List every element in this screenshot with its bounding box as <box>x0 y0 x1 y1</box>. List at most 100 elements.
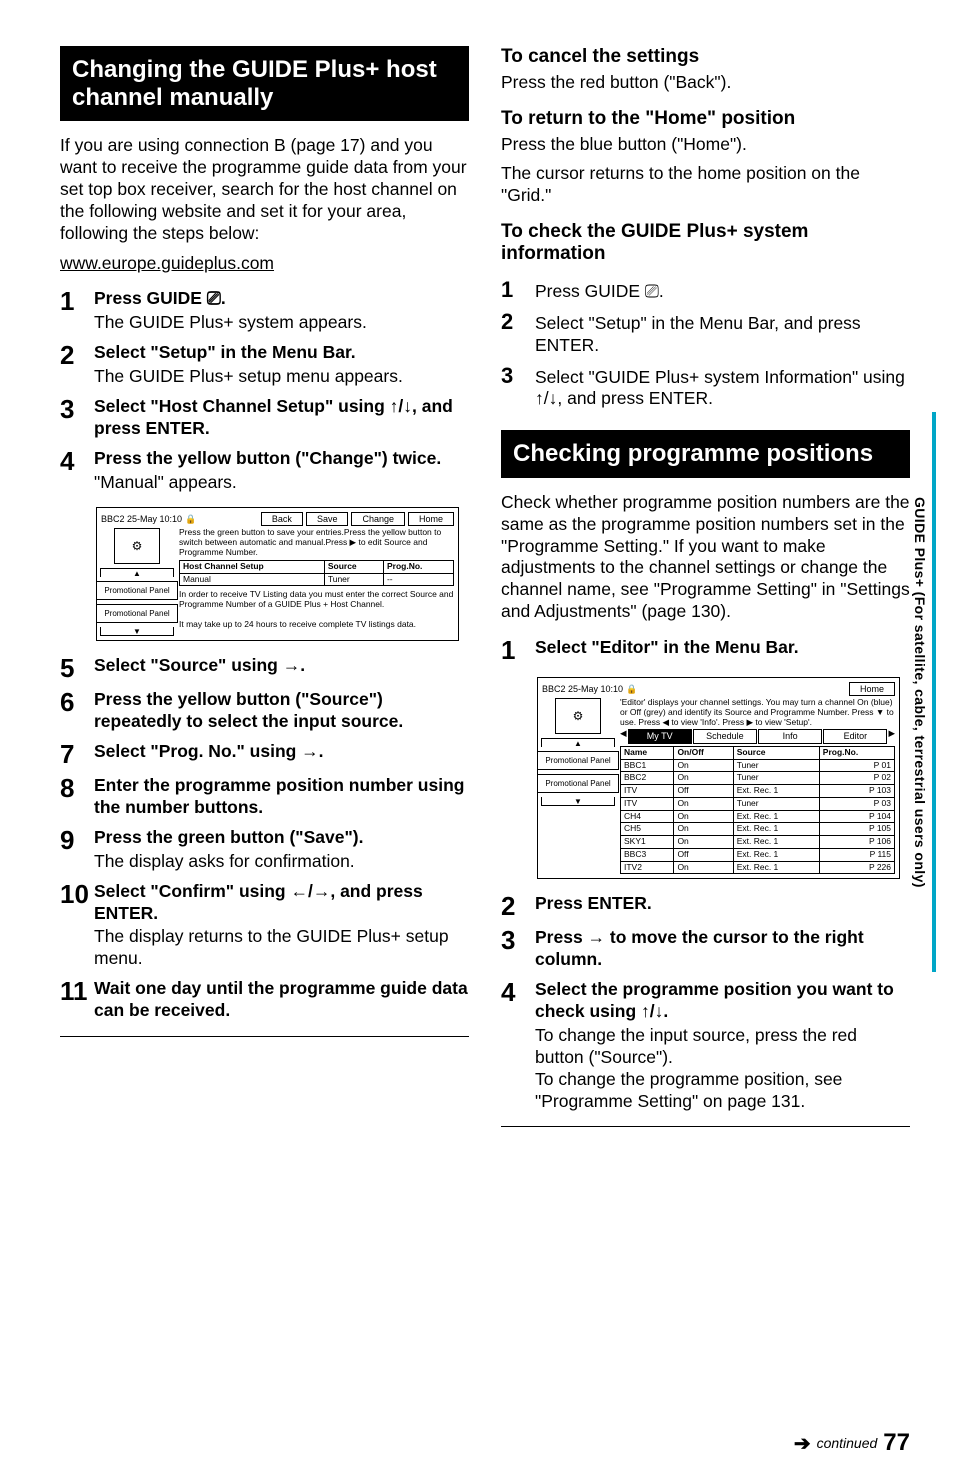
down-arrow-icon: ▼ <box>100 627 174 636</box>
step-title: Wait one day until the programme guide d… <box>94 978 469 1022</box>
left-tri-icon: ◀ <box>620 729 627 743</box>
table-row[interactable]: CH5OnExt. Rec. 1P 105 <box>621 823 895 836</box>
steps-right: 1Select "Editor" in the Menu Bar. <box>501 637 910 663</box>
right-column: To cancel the settings Press the red but… <box>501 46 910 1137</box>
shot-btn-home[interactable]: Home <box>408 512 454 526</box>
table-row[interactable]: BBC3OffExt. Rec. 1P 115 <box>621 848 895 861</box>
footer: ➔ continued 77 <box>794 1429 910 1457</box>
shot-message: 'Editor' displays your channel settings.… <box>620 698 895 727</box>
shot-btn-home[interactable]: Home <box>849 682 895 696</box>
banner-left: Changing the GUIDE Plus+ host channel ma… <box>60 46 469 121</box>
table-row[interactable]: ITVOffExt. Rec. 1P 103 <box>621 785 895 798</box>
host-channel-table: Host Channel SetupSourceProg.No. ManualT… <box>179 560 454 587</box>
step-title: Select "Prog. No." using →. <box>94 741 469 763</box>
body-text: Press the blue button ("Home"). <box>501 134 910 156</box>
step-title: Select "Host Channel Setup" using ↑/↓, a… <box>94 396 469 440</box>
table-row[interactable]: BBC2OnTunerP 02 <box>621 772 895 785</box>
shot-message: Press the green button to save your entr… <box>179 528 454 557</box>
url-link[interactable]: www.europe.guideplus.com <box>60 253 469 275</box>
col-header: On/Off <box>674 746 733 759</box>
step-num: 5 <box>60 655 94 681</box>
step-text: Select "Setup" in the Menu Bar, and pres… <box>535 313 910 357</box>
promo-panel: Promotional Panel <box>537 774 619 793</box>
step-desc: The display returns to the GUIDE Plus+ s… <box>94 926 469 970</box>
step-desc: The GUIDE Plus+ system appears. <box>94 312 469 334</box>
banner-right: Checking programme positions <box>501 430 910 478</box>
screenshot-host-channel-setup: BBC2 25-May 10:10 Back Save Change Home … <box>96 507 459 641</box>
step-title: Press → to move the cursor to the right … <box>535 927 910 971</box>
table-row[interactable]: SKY1OnExt. Rec. 1P 106 <box>621 836 895 849</box>
promo-panel: Promotional Panel <box>96 581 178 600</box>
step-num: 4 <box>60 448 94 474</box>
device-icon: ⚙ <box>114 528 160 564</box>
col-header: Source <box>324 560 383 573</box>
step-desc: The display asks for confirmation. <box>94 851 469 873</box>
col-header: Source <box>733 746 819 759</box>
step-title: Press the yellow button ("Change") twice… <box>94 448 469 470</box>
step-title: Press the yellow button ("Source") repea… <box>94 689 469 733</box>
body-text: The cursor returns to the home position … <box>501 163 910 207</box>
shot-btn-back[interactable]: Back <box>261 512 303 526</box>
step-title: Enter the programme position number usin… <box>94 775 469 819</box>
step-num: 1 <box>501 279 535 301</box>
lock-icon <box>185 514 196 525</box>
step-num: 2 <box>60 342 94 368</box>
step-num: 11 <box>60 978 94 1004</box>
col-header: Name <box>621 746 674 759</box>
col-header: Host Channel Setup <box>180 560 325 573</box>
step-num: 1 <box>60 288 94 314</box>
step-title: Select "Editor" in the Menu Bar. <box>535 637 910 659</box>
col-header: Prog.No. <box>383 560 453 573</box>
intro-left: If you are using connection B (page 17) … <box>60 135 469 244</box>
step-title: Select "Confirm" using ←/→, and press EN… <box>94 881 469 925</box>
subhead-cancel: To cancel the settings <box>501 46 910 68</box>
device-icon: ⚙ <box>555 698 601 734</box>
tab-schedule[interactable]: Schedule <box>693 729 757 743</box>
subhead-check: To check the GUIDE Plus+ system informat… <box>501 221 910 265</box>
cell: -- <box>383 573 453 586</box>
continued-label: continued <box>817 1435 878 1451</box>
step-desc: To change the input source, press the re… <box>535 1025 910 1113</box>
shot-btn-save[interactable]: Save <box>306 512 349 526</box>
steps-left-cont: 5Select "Source" using →. 6Press the yel… <box>60 655 469 1022</box>
step-title: Press the green button ("Save"). <box>94 827 469 849</box>
table-row[interactable]: ITV2OnExt. Rec. 1P 226 <box>621 861 895 874</box>
cell: Manual <box>180 573 325 586</box>
shot-time-label: BBC2 25-May 10:10 <box>542 684 623 694</box>
arrow-right-icon: ➔ <box>794 1431 811 1456</box>
tab-editor[interactable]: Editor <box>823 729 887 743</box>
step-num: 2 <box>501 893 535 919</box>
screenshot-editor: BBC2 25-May 10:10 Home ⚙ ▲ Promotional P… <box>537 677 900 879</box>
step-num: 3 <box>60 396 94 422</box>
step-title: Press GUIDE ⎚. <box>94 288 469 310</box>
step-num: 6 <box>60 689 94 715</box>
shot-btn-change[interactable]: Change <box>351 512 405 526</box>
step-num: 3 <box>501 927 535 953</box>
down-arrow-icon: ▼ <box>541 797 615 806</box>
subhead-return: To return to the "Home" position <box>501 108 910 130</box>
shot-note: In order to receive TV Listing data you … <box>179 590 454 610</box>
tab-mytv[interactable]: My TV <box>628 729 692 743</box>
step-title: Select the programme position you want t… <box>535 979 910 1023</box>
step-num: 2 <box>501 311 535 333</box>
step-num: 1 <box>501 637 535 663</box>
step-text: Select "GUIDE Plus+ system Information" … <box>535 367 910 411</box>
side-tab-label: GUIDE Plus+ (For satellite, cable, terre… <box>912 497 932 888</box>
editor-table: Name On/Off Source Prog.No. BBC1OnTunerP… <box>620 746 895 875</box>
check-steps: 1Press GUIDE ⎚. 2Select "Setup" in the M… <box>501 279 910 410</box>
tab-info[interactable]: Info <box>758 729 822 743</box>
step-desc: The GUIDE Plus+ setup menu appears. <box>94 366 469 388</box>
right-tri-icon: ▶ <box>888 729 895 743</box>
step-title: Select "Setup" in the Menu Bar. <box>94 342 469 364</box>
step-title: Select "Source" using →. <box>94 655 469 677</box>
intro-right: Check whether programme position numbers… <box>501 492 910 623</box>
left-column: Changing the GUIDE Plus+ host channel ma… <box>60 46 469 1137</box>
up-arrow-icon: ▲ <box>541 738 615 747</box>
table-row[interactable]: BBC1OnTunerP 01 <box>621 759 895 772</box>
step-title: Press ENTER. <box>535 893 910 915</box>
table-row[interactable]: CH4OnExt. Rec. 1P 104 <box>621 810 895 823</box>
promo-panel: Promotional Panel <box>537 751 619 770</box>
step-text: Press GUIDE ⎚. <box>535 281 910 303</box>
step-num: 10 <box>60 881 94 907</box>
table-row[interactable]: ITVOnTunerP 03 <box>621 797 895 810</box>
